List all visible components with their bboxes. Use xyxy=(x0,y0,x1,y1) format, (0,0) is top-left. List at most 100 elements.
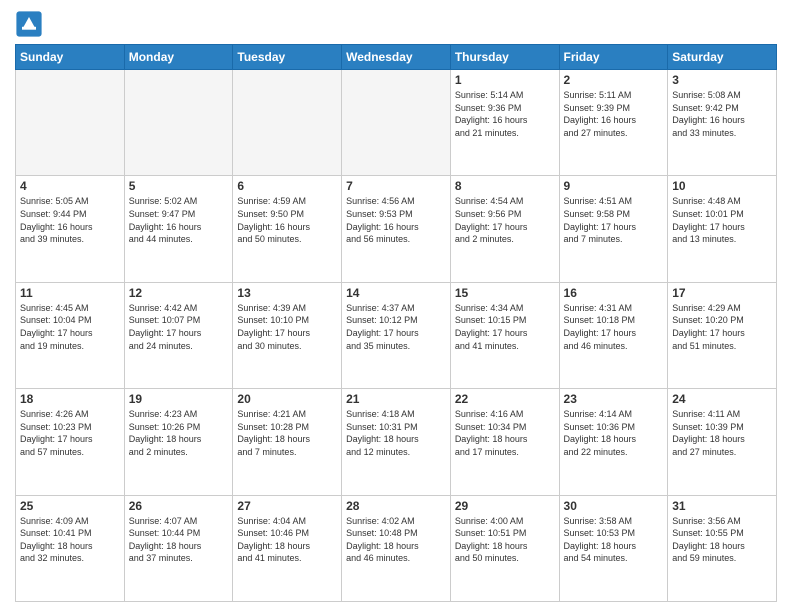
day-info: Sunrise: 4:00 AM Sunset: 10:51 PM Daylig… xyxy=(455,515,555,565)
calendar-cell: 12 Sunrise: 4:42 AM Sunset: 10:07 PM Dayl… xyxy=(124,282,233,388)
calendar-cell: 24 Sunrise: 4:11 AM Sunset: 10:39 PM Dayl… xyxy=(668,389,777,495)
calendar-cell: 31 Sunrise: 3:56 AM Sunset: 10:55 PM Dayl… xyxy=(668,495,777,601)
calendar-cell xyxy=(233,70,342,176)
day-info: Sunrise: 4:48 AM Sunset: 10:01 PM Daylig… xyxy=(672,195,772,245)
day-info: Sunrise: 4:42 AM Sunset: 10:07 PM Daylig… xyxy=(129,302,229,352)
day-number: 30 xyxy=(564,499,664,513)
weekday-header: Saturday xyxy=(668,45,777,70)
day-number: 15 xyxy=(455,286,555,300)
calendar-cell: 5 Sunrise: 5:02 AM Sunset: 9:47 PM Daylig… xyxy=(124,176,233,282)
calendar-cell: 19Sunrise: 4:23 AM Sunset: 10:26 PM Dayl… xyxy=(124,389,233,495)
day-info: Sunrise: 4:54 AM Sunset: 9:56 PM Dayligh… xyxy=(455,195,555,245)
calendar-cell: 20Sunrise: 4:21 AM Sunset: 10:28 PM Dayl… xyxy=(233,389,342,495)
day-info: Sunrise: 4:09 AM Sunset: 10:41 PM Daylig… xyxy=(20,515,120,565)
day-number: 10 xyxy=(672,179,772,193)
calendar-week-row: 25 Sunrise: 4:09 AM Sunset: 10:41 PM Dayl… xyxy=(16,495,777,601)
day-info: Sunrise: 4:34 AM Sunset: 10:15 PM Daylig… xyxy=(455,302,555,352)
weekday-header: Wednesday xyxy=(342,45,451,70)
day-number: 25 xyxy=(20,499,120,513)
calendar-cell: 8 Sunrise: 4:54 AM Sunset: 9:56 PM Daylig… xyxy=(450,176,559,282)
header xyxy=(15,10,777,38)
day-number: 20 xyxy=(237,392,337,406)
day-info: Sunrise: 4:26 AM Sunset: 10:23 PM Daylig… xyxy=(20,408,120,458)
calendar-week-row: 4 Sunrise: 5:05 AM Sunset: 9:44 PM Daylig… xyxy=(16,176,777,282)
calendar-cell: 25 Sunrise: 4:09 AM Sunset: 10:41 PM Dayl… xyxy=(16,495,125,601)
calendar-week-row: 1 Sunrise: 5:14 AM Sunset: 9:36 PM Daylig… xyxy=(16,70,777,176)
calendar-cell xyxy=(124,70,233,176)
day-info: Sunrise: 4:04 AM Sunset: 10:46 PM Daylig… xyxy=(237,515,337,565)
calendar-cell: 7Sunrise: 4:56 AM Sunset: 9:53 PM Daylig… xyxy=(342,176,451,282)
calendar-cell: 17 Sunrise: 4:29 AM Sunset: 10:20 PM Dayl… xyxy=(668,282,777,388)
day-number: 2 xyxy=(564,73,664,87)
day-info: Sunrise: 5:05 AM Sunset: 9:44 PM Dayligh… xyxy=(20,195,120,245)
calendar-cell: 29 Sunrise: 4:00 AM Sunset: 10:51 PM Dayl… xyxy=(450,495,559,601)
calendar-cell: 18 Sunrise: 4:26 AM Sunset: 10:23 PM Dayl… xyxy=(16,389,125,495)
calendar-week-row: 18 Sunrise: 4:26 AM Sunset: 10:23 PM Dayl… xyxy=(16,389,777,495)
day-info: Sunrise: 4:16 AM Sunset: 10:34 PM Daylig… xyxy=(455,408,555,458)
calendar-cell: 23Sunrise: 4:14 AM Sunset: 10:36 PM Dayl… xyxy=(559,389,668,495)
day-number: 8 xyxy=(455,179,555,193)
day-info: Sunrise: 4:39 AM Sunset: 10:10 PM Daylig… xyxy=(237,302,337,352)
day-number: 11 xyxy=(20,286,120,300)
calendar-week-row: 11 Sunrise: 4:45 AM Sunset: 10:04 PM Dayl… xyxy=(16,282,777,388)
day-number: 4 xyxy=(20,179,120,193)
calendar-cell: 11 Sunrise: 4:45 AM Sunset: 10:04 PM Dayl… xyxy=(16,282,125,388)
calendar-cell: 1 Sunrise: 5:14 AM Sunset: 9:36 PM Daylig… xyxy=(450,70,559,176)
day-number: 31 xyxy=(672,499,772,513)
calendar-cell: 9Sunrise: 4:51 AM Sunset: 9:58 PM Daylig… xyxy=(559,176,668,282)
weekday-header: Friday xyxy=(559,45,668,70)
day-number: 18 xyxy=(20,392,120,406)
day-info: Sunrise: 4:29 AM Sunset: 10:20 PM Daylig… xyxy=(672,302,772,352)
day-number: 5 xyxy=(129,179,229,193)
day-info: Sunrise: 5:08 AM Sunset: 9:42 PM Dayligh… xyxy=(672,89,772,139)
day-info: Sunrise: 5:02 AM Sunset: 9:47 PM Dayligh… xyxy=(129,195,229,245)
calendar-cell: 16Sunrise: 4:31 AM Sunset: 10:18 PM Dayl… xyxy=(559,282,668,388)
day-info: Sunrise: 4:14 AM Sunset: 10:36 PM Daylig… xyxy=(564,408,664,458)
calendar-cell: 22Sunrise: 4:16 AM Sunset: 10:34 PM Dayl… xyxy=(450,389,559,495)
day-number: 28 xyxy=(346,499,446,513)
day-number: 1 xyxy=(455,73,555,87)
day-number: 29 xyxy=(455,499,555,513)
calendar-cell: 4 Sunrise: 5:05 AM Sunset: 9:44 PM Daylig… xyxy=(16,176,125,282)
day-info: Sunrise: 4:02 AM Sunset: 10:48 PM Daylig… xyxy=(346,515,446,565)
weekday-header: Monday xyxy=(124,45,233,70)
calendar-cell: 13 Sunrise: 4:39 AM Sunset: 10:10 PM Dayl… xyxy=(233,282,342,388)
day-info: Sunrise: 4:11 AM Sunset: 10:39 PM Daylig… xyxy=(672,408,772,458)
logo xyxy=(15,10,47,38)
day-info: Sunrise: 5:11 AM Sunset: 9:39 PM Dayligh… xyxy=(564,89,664,139)
day-number: 21 xyxy=(346,392,446,406)
day-info: Sunrise: 5:14 AM Sunset: 9:36 PM Dayligh… xyxy=(455,89,555,139)
day-info: Sunrise: 3:56 AM Sunset: 10:55 PM Daylig… xyxy=(672,515,772,565)
day-info: Sunrise: 4:59 AM Sunset: 9:50 PM Dayligh… xyxy=(237,195,337,245)
calendar: SundayMondayTuesdayWednesdayThursdayFrid… xyxy=(15,44,777,602)
calendar-cell: 28 Sunrise: 4:02 AM Sunset: 10:48 PM Dayl… xyxy=(342,495,451,601)
day-number: 12 xyxy=(129,286,229,300)
calendar-cell: 27 Sunrise: 4:04 AM Sunset: 10:46 PM Dayl… xyxy=(233,495,342,601)
calendar-cell: 10 Sunrise: 4:48 AM Sunset: 10:01 PM Dayl… xyxy=(668,176,777,282)
calendar-cell: 21Sunrise: 4:18 AM Sunset: 10:31 PM Dayl… xyxy=(342,389,451,495)
calendar-cell: 15 Sunrise: 4:34 AM Sunset: 10:15 PM Dayl… xyxy=(450,282,559,388)
calendar-cell xyxy=(342,70,451,176)
calendar-cell: 3 Sunrise: 5:08 AM Sunset: 9:42 PM Daylig… xyxy=(668,70,777,176)
calendar-cell: 2 Sunrise: 5:11 AM Sunset: 9:39 PM Daylig… xyxy=(559,70,668,176)
weekday-header-row: SundayMondayTuesdayWednesdayThursdayFrid… xyxy=(16,45,777,70)
day-number: 17 xyxy=(672,286,772,300)
day-number: 24 xyxy=(672,392,772,406)
weekday-header: Thursday xyxy=(450,45,559,70)
day-info: Sunrise: 4:56 AM Sunset: 9:53 PM Dayligh… xyxy=(346,195,446,245)
day-info: Sunrise: 4:45 AM Sunset: 10:04 PM Daylig… xyxy=(20,302,120,352)
day-number: 16 xyxy=(564,286,664,300)
weekday-header: Tuesday xyxy=(233,45,342,70)
day-info: Sunrise: 3:58 AM Sunset: 10:53 PM Daylig… xyxy=(564,515,664,565)
day-number: 6 xyxy=(237,179,337,193)
calendar-cell: 30 Sunrise: 3:58 AM Sunset: 10:53 PM Dayl… xyxy=(559,495,668,601)
day-number: 9 xyxy=(564,179,664,193)
calendar-cell: 26Sunrise: 4:07 AM Sunset: 10:44 PM Dayl… xyxy=(124,495,233,601)
day-number: 13 xyxy=(237,286,337,300)
day-number: 3 xyxy=(672,73,772,87)
logo-icon xyxy=(15,10,43,38)
day-number: 14 xyxy=(346,286,446,300)
calendar-cell: 14Sunrise: 4:37 AM Sunset: 10:12 PM Dayl… xyxy=(342,282,451,388)
calendar-cell xyxy=(16,70,125,176)
day-number: 27 xyxy=(237,499,337,513)
